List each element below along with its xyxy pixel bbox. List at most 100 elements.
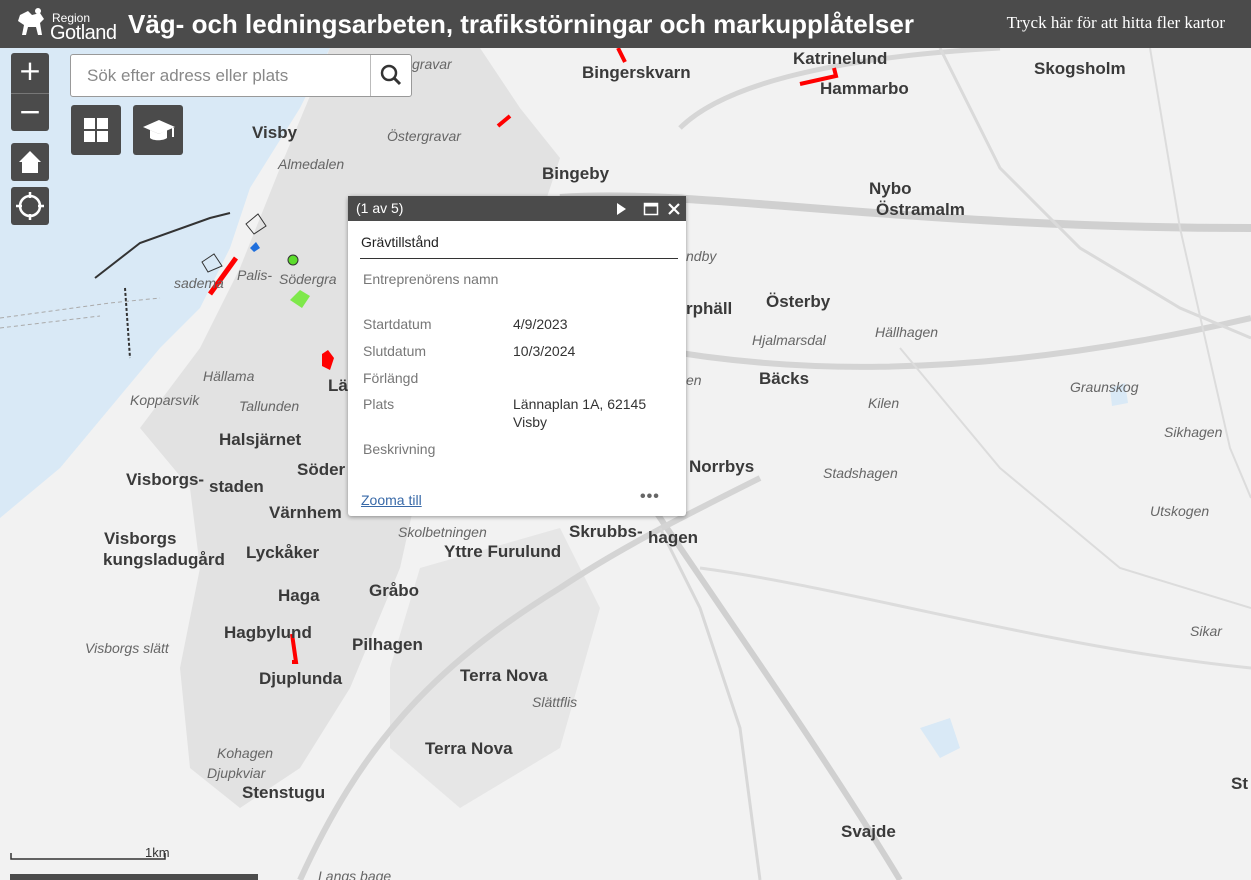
feature-popup: (1 av 5) Grävtillstånd Entreprenörens na… [348,196,686,516]
place-label: Visborgs [104,529,177,548]
page-title: Väg- och ledningsarbeten, trafikstörning… [128,9,914,39]
region-gotland-logo[interactable]: Region Gotland [14,5,118,45]
place-label: Hagbylund [224,623,312,642]
close-icon[interactable] [667,202,681,216]
field-value: 10/3/2024 [513,343,576,359]
place-label: Almedalen [278,156,345,172]
field-value: Lännaplan 1A, 62145 Visby [513,396,647,430]
place-label: Hällhagen [875,324,939,340]
place-label: sadema [174,275,224,291]
place-label: Utskogen [1150,503,1210,519]
place-label: Visby [252,123,298,142]
place-label: Lä [328,376,348,395]
more-actions-button[interactable]: ••• [640,488,660,506]
app-header: Region Gotland Väg- och ledningsarbeten,… [0,0,1251,48]
home-button[interactable] [11,143,49,181]
place-label: Slättflis [532,694,578,710]
search-icon [380,64,402,86]
place-label: Bäcks [759,369,810,388]
place-label: Pilhagen [352,635,423,654]
place-label: hagen [648,528,699,547]
place-label: Tallunden [239,398,300,414]
popup-divider [360,258,678,259]
place-label: Katrinelund [793,49,888,68]
search-box [70,54,412,97]
place-label: Hällama [203,368,255,384]
place-label: Nybo [869,179,912,198]
place-label: Skrubbs- [569,522,643,541]
place-label: Norrbys [689,457,755,476]
place-label: Österby [766,292,831,311]
field-value: 4/9/2023 [513,316,568,332]
zoom-to-link[interactable]: Zooma till [361,492,422,508]
scale-label: 1km [145,845,170,860]
place-label: Yttre Furulund [444,542,562,561]
maximize-icon[interactable] [643,202,659,216]
place-label: Skolbetningen [398,524,487,540]
place-label: ndby [686,248,717,264]
place-label: en [686,372,702,388]
place-label: Skogsholm [1034,59,1126,78]
graduation-cap-icon [143,120,175,141]
place-label: Hammarbo [820,79,909,98]
field-key: Entreprenörens namn [363,271,499,287]
logo-gotland-text: Gotland [50,22,117,44]
place-label: Lyckåker [246,543,320,562]
place-label: St [1231,774,1248,793]
zoom-controls: + − [11,53,49,131]
field-key: Förlängd [363,370,419,386]
place-label: Söder [297,460,346,479]
field-key: Startdatum [363,316,432,332]
place-label: Terra Nova [425,739,513,758]
place-label: Stenstugu [242,783,326,802]
place-label: rphäll [686,299,733,318]
place-label: Sikhagen [1164,424,1223,440]
field-key: Beskrivning [363,441,436,457]
place-label: Bingeby [542,164,610,183]
place-label: Stadshagen [823,465,898,481]
place-label: Kilen [868,395,900,411]
locate-button[interactable] [11,187,49,225]
search-input[interactable] [71,55,371,96]
popup-header: (1 av 5) [348,196,686,221]
place-label: Kohagen [217,745,274,761]
place-label: Hjalmarsdal [752,332,826,348]
place-label: Östergravar [387,128,461,144]
home-icon [19,151,41,173]
place-label: Djuplunda [259,669,343,688]
coordinate-bar [10,874,258,880]
field-key: Plats [363,396,395,412]
locate-icon [16,192,44,220]
place-label: Djupkviar [207,765,266,781]
place-label: kungsladugård [103,550,225,569]
place-label: Gråbo [369,581,420,600]
popup-count: (1 av 5) [356,200,404,216]
more-maps-link[interactable]: Tryck här för att hitta fler kartor [1007,13,1225,33]
search-button[interactable] [370,55,411,96]
place-label: staden [209,477,264,496]
popup-title: Grävtillstånd [361,234,439,250]
place-label: Langs bage [318,868,392,880]
place-label: Palis- [237,267,273,283]
place-label: Graunskog [1070,379,1139,395]
place-label: Visborgs slätt [85,640,169,656]
place-label: Kopparsvik [130,392,200,408]
zoom-in-button[interactable]: + [11,53,49,91]
zoom-out-button[interactable]: − [11,93,49,131]
place-label: Östramalm [876,200,965,219]
place-label: Södergra [279,271,337,287]
basemap-gallery-button[interactable] [71,105,121,155]
place-label: Sikar [1190,623,1222,639]
place-label: Bingerskvarn [582,63,691,82]
place-label: Haga [278,586,320,605]
grid-icon [84,118,108,142]
field-key: Slutdatum [363,343,427,359]
place-label: Terra Nova [460,666,548,685]
about-button[interactable] [133,105,183,155]
place-label: gravar [412,56,452,72]
next-feature-icon[interactable] [614,202,628,216]
map-view[interactable]: Visby Bingerskvarn Katrinelund Hammarbo … [0,48,1251,880]
scale-bar [10,853,166,860]
place-label: Värnhem [269,503,342,522]
place-label: Svajde [841,822,896,841]
